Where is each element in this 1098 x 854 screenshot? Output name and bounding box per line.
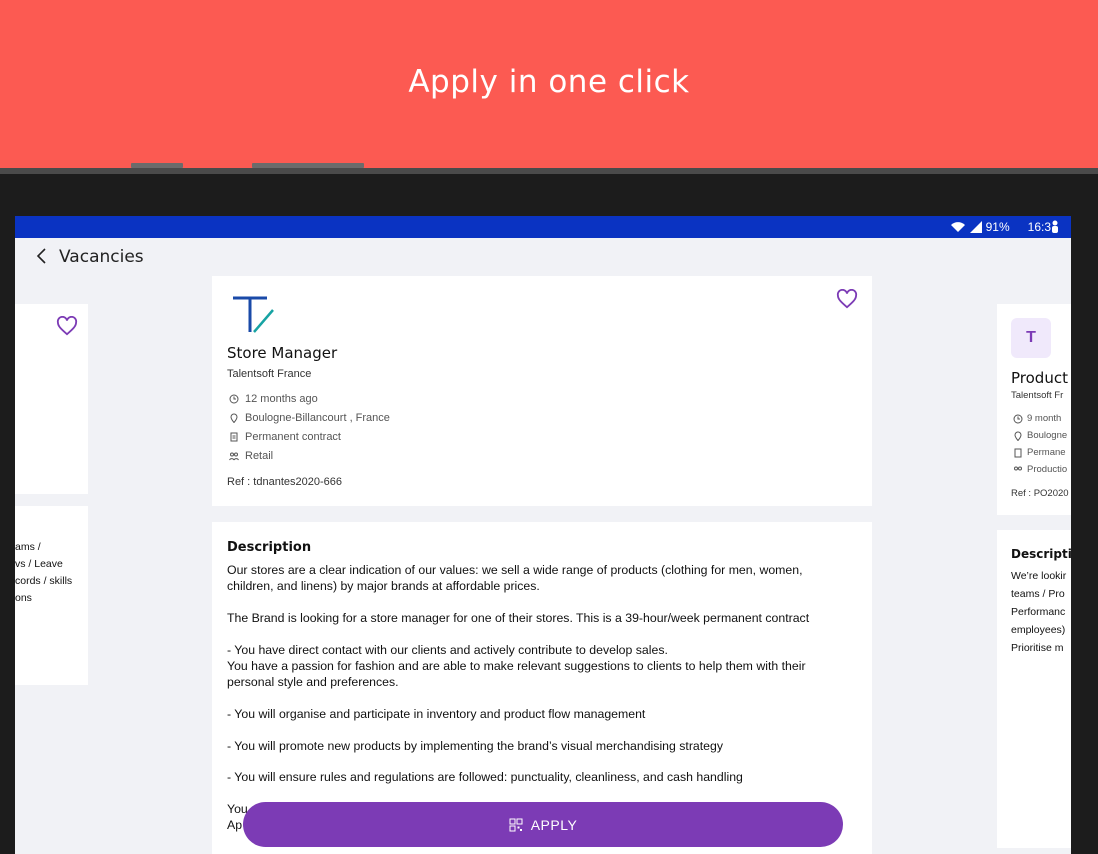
banner-title: Apply in one click [408, 64, 690, 100]
company-avatar: T [1011, 318, 1051, 358]
location-pin-icon [230, 413, 238, 423]
description-paragraph: - You will ensure rules and regulations … [227, 770, 743, 784]
posted-date: 9 month [1027, 413, 1062, 424]
back-arrow-icon[interactable] [35, 246, 49, 266]
location: Boulogne-Billancourt , France [245, 412, 390, 424]
location: Boulogne [1027, 430, 1068, 441]
people-icon [229, 452, 239, 461]
job-header-card: Store Manager Talentsoft France 12 month… [212, 276, 872, 506]
location-pin-icon [1014, 431, 1022, 441]
qr-code-icon [509, 818, 523, 831]
posted-date-row: 9 month [1013, 413, 1061, 424]
battery-level: 91% [985, 220, 1010, 234]
promo-banner: Apply in one click [0, 0, 1098, 168]
description-paragraph: The Brand is looking for a store manager… [227, 611, 810, 625]
job-reference: Ref : tdnantes2020-666 [227, 476, 342, 488]
description-line: employees) [1011, 624, 1066, 636]
accessibility-icon [1052, 220, 1058, 233]
description-heading: Description [227, 540, 312, 555]
description-paragraph: Our stores are a clear indication of our… [227, 563, 803, 593]
description-paragraph: - You have direct contact with our clien… [227, 643, 806, 689]
job-category: Productio [1027, 464, 1068, 475]
contract-row: Permanent contract [229, 431, 341, 443]
description-line: cords / skills [15, 575, 73, 587]
description-line: ons [15, 592, 32, 604]
app-screen: 91% 16:3 Vacancies ams / vs / Leave cord… [15, 216, 1071, 854]
app-bar: Vacancies [15, 238, 1071, 276]
description-line: We’re lookir [1011, 570, 1067, 582]
previous-job-card[interactable] [15, 304, 88, 494]
description-line: Prioritise m [1011, 642, 1064, 654]
description-line: Performanc [1011, 606, 1066, 618]
description-paragraph: - You will organise and participate in i… [227, 707, 646, 721]
contract-row: Permane [1013, 447, 1066, 458]
favorite-heart-icon[interactable] [835, 289, 859, 309]
description-line: vs / Leave [15, 558, 63, 570]
contract-type: Permane [1027, 447, 1066, 458]
apply-button[interactable]: APPLY [243, 802, 843, 847]
clock-icon [229, 394, 239, 404]
status-time: 16:3 [1027, 220, 1051, 234]
favorite-heart-icon[interactable] [56, 316, 78, 336]
job-title: Store Manager [227, 344, 338, 362]
company-logo [233, 296, 274, 333]
clock-icon [1013, 414, 1023, 423]
company-name: Talentsoft France [227, 368, 312, 380]
category-row: Retail [229, 450, 273, 462]
people-icon [1014, 466, 1022, 470]
job-category: Retail [245, 450, 274, 462]
company-name: Talentsoft Fr [1011, 390, 1064, 401]
location-row: Boulogne [1013, 430, 1067, 441]
previous-job-description-card: ams / vs / Leave cords / skills ons [15, 506, 88, 685]
status-bar: 91% 16:3 [15, 216, 1071, 238]
description-line: teams / Pro [1011, 588, 1065, 600]
posted-date: 12 months ago [245, 393, 318, 405]
description-line: ams / [15, 541, 41, 553]
description-heading: Descriptio [1011, 547, 1071, 561]
cell-signal-icon [969, 221, 982, 233]
location-row: Boulogne-Billancourt , France [229, 412, 390, 424]
wifi-icon [950, 222, 965, 232]
document-icon [230, 432, 238, 442]
apply-label: APPLY [530, 816, 578, 833]
contract-type: Permanent contract [245, 431, 341, 443]
posted-date-row: 12 months ago [229, 393, 318, 405]
page-title: Vacancies [59, 247, 144, 267]
document-icon [1014, 448, 1022, 457]
job-title: Product [1011, 369, 1068, 387]
category-row: Productio [1013, 464, 1067, 475]
description-paragraph: - You will promote new products by imple… [227, 739, 724, 753]
job-reference: Ref : PO2020 [1011, 488, 1069, 499]
